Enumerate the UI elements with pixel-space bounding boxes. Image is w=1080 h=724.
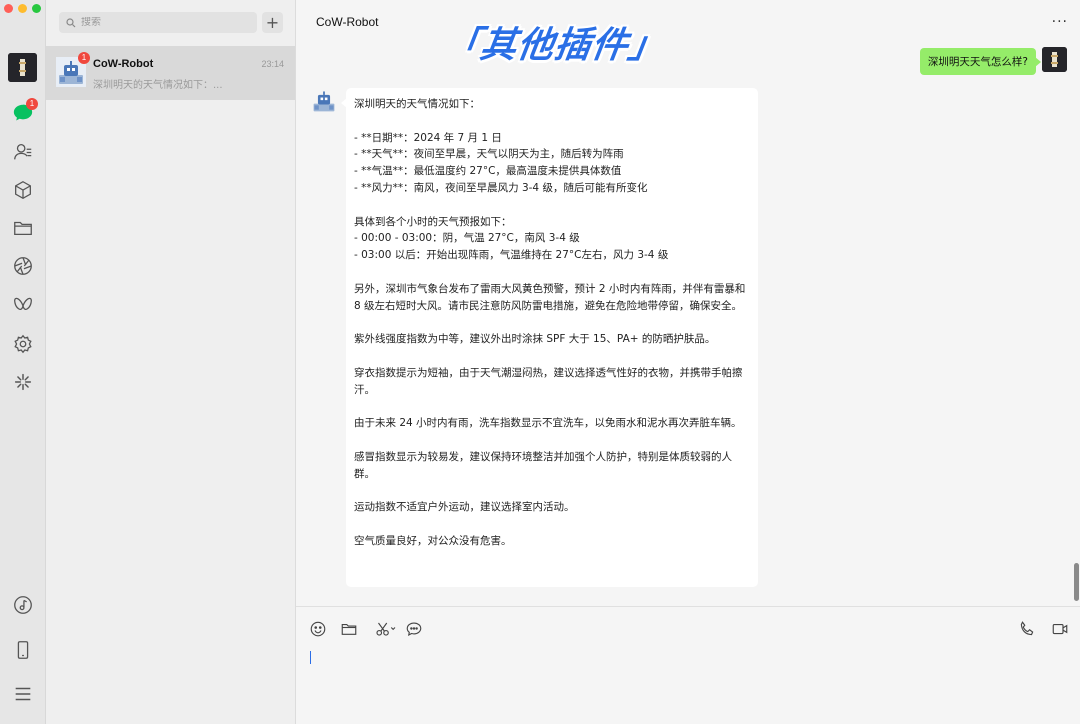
more-options-button[interactable]: ···: [1052, 14, 1068, 30]
search-input[interactable]: [81, 17, 251, 28]
zoom-window-button[interactable]: [32, 4, 41, 13]
conversation-list: + 1 CoW-Robot 23:14 深圳明天的天气情况如下：...: [46, 0, 296, 724]
rail-contacts[interactable]: [9, 138, 37, 166]
chat-history-button[interactable]: [405, 620, 423, 638]
folder-icon: [341, 623, 357, 635]
conversation-time: 23:14: [261, 59, 284, 69]
rail-search[interactable]: [9, 330, 37, 358]
my-avatar[interactable]: [8, 53, 37, 82]
rail-channels[interactable]: [9, 291, 37, 319]
text-caret: [310, 651, 311, 664]
search-box[interactable]: [59, 12, 257, 33]
rail-menu[interactable]: [9, 680, 37, 708]
rail-phone[interactable]: [9, 636, 37, 664]
sparkle-icon: [14, 373, 32, 391]
menu-icon: [15, 687, 31, 701]
emoji-button[interactable]: [309, 620, 327, 638]
rail-files[interactable]: [9, 214, 37, 242]
minimize-window-button[interactable]: [18, 4, 27, 13]
user-avatar[interactable]: [1042, 47, 1067, 72]
rail-moments[interactable]: [9, 252, 37, 280]
cube-icon: [15, 181, 31, 199]
avatar-image-icon: [8, 53, 37, 82]
conversation-item-cow-robot[interactable]: 1 CoW-Robot 23:14 深圳明天的天气情况如下：...: [46, 46, 295, 100]
screenshot-button[interactable]: [373, 620, 399, 638]
video-camera-icon: [1052, 623, 1068, 635]
aperture-icon: [14, 257, 32, 275]
voice-call-button[interactable]: [1018, 620, 1036, 638]
settings-gear-icon: [14, 334, 32, 354]
chat-header: CoW-Robot ···: [296, 0, 1080, 44]
chat-scrollbar[interactable]: [1074, 563, 1079, 601]
window-controls: [4, 4, 41, 13]
folder-icon: [14, 221, 32, 236]
emoji-icon: [310, 621, 326, 637]
chat-panel: CoW-Robot ··· 「其他插件」 深圳明天天气怎么样? 深圳明天的天气情…: [296, 0, 1080, 724]
speech-bubble-icon: [406, 622, 422, 637]
add-button[interactable]: +: [262, 12, 283, 33]
conversation-unread-badge: 1: [78, 52, 90, 64]
composer-divider: [296, 606, 1080, 607]
music-note-icon: [14, 596, 32, 614]
conversation-preview: 深圳明天的天气情况如下：...: [93, 80, 223, 91]
send-file-button[interactable]: [340, 620, 358, 638]
rail-collections[interactable]: [9, 176, 37, 204]
conversation-name: CoW-Robot: [93, 58, 154, 70]
phone-device-icon: [17, 641, 29, 659]
app-rail: 1: [0, 0, 46, 724]
user-message-bubble[interactable]: 深圳明天天气怎么样?: [919, 48, 1042, 75]
search-icon: [66, 17, 76, 27]
butterfly-icon: [14, 297, 32, 311]
bot-message-text: 深圳明天的天气情况如下： - **日期**：2024 年 7 月 1 日 - *…: [354, 98, 746, 547]
chat-unread-badge: 1: [26, 98, 38, 110]
bot-message-bubble[interactable]: 深圳明天的天气情况如下： - **日期**：2024 年 7 月 1 日 - *…: [341, 88, 758, 587]
scissors-icon: [376, 622, 396, 636]
avatar-image-icon: [1042, 47, 1067, 72]
chat-title: CoW-Robot: [316, 15, 379, 29]
message-input[interactable]: [308, 648, 1068, 718]
phone-call-icon: [1020, 621, 1034, 636]
video-call-button[interactable]: [1051, 620, 1069, 638]
bot-avatar-icon[interactable]: [311, 88, 337, 114]
rail-chats[interactable]: 1: [9, 98, 38, 127]
close-window-button[interactable]: [4, 4, 13, 13]
contacts-icon: [14, 144, 32, 160]
overlay-caption: 「其他插件」: [440, 25, 669, 66]
rail-mini-programs[interactable]: [9, 368, 37, 396]
rail-music[interactable]: [9, 591, 37, 619]
